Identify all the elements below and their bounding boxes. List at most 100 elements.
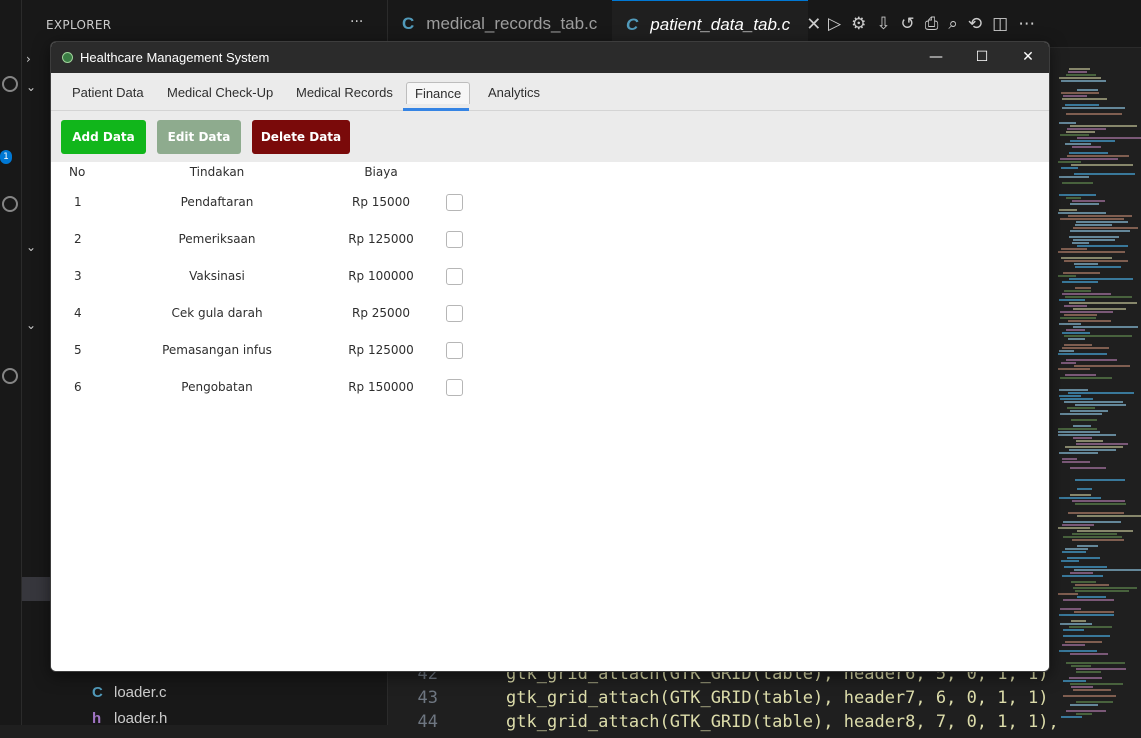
row-tindakan: Pemeriksaan xyxy=(178,232,256,246)
minimap-line xyxy=(1064,344,1092,346)
run-debug-icon[interactable] xyxy=(2,196,18,212)
minimap-line xyxy=(1070,704,1098,706)
minimap-line xyxy=(1066,710,1106,712)
delete-data-button[interactable]: Delete Data xyxy=(252,120,350,154)
row-no: 6 xyxy=(74,380,82,394)
add-data-button[interactable]: Add Data xyxy=(61,120,146,154)
close-button[interactable]: ✕ xyxy=(1005,42,1049,73)
source-control-icon[interactable] xyxy=(2,76,18,92)
minimap-line xyxy=(1066,359,1117,361)
tab-finance[interactable]: Finance xyxy=(406,82,471,104)
minimap-line xyxy=(1062,551,1086,553)
minimap-line xyxy=(1068,392,1134,394)
close-tab-icon[interactable]: ✕ xyxy=(806,14,821,35)
minimap-line xyxy=(1061,560,1079,562)
minimap-line xyxy=(1064,335,1132,337)
row-tindakan: Pengobatan xyxy=(181,380,253,394)
minimap-line xyxy=(1064,260,1128,262)
minimap-line xyxy=(1058,368,1090,370)
minimap-line xyxy=(1073,425,1091,427)
minimap-line xyxy=(1058,593,1078,595)
minimap-line xyxy=(1063,695,1116,697)
minimap-line xyxy=(1063,635,1110,637)
row-checkbox[interactable] xyxy=(446,268,463,285)
minimap-line xyxy=(1070,410,1108,412)
finance-table: No Tindakan Biaya 1 Pendaftaran Rp 15000… xyxy=(51,162,1049,671)
minimap-line xyxy=(1059,77,1101,79)
minimap-line xyxy=(1058,527,1090,529)
minimap-line xyxy=(1064,290,1091,292)
minimize-button[interactable]: — xyxy=(913,42,959,73)
minimap-line xyxy=(1066,662,1125,664)
row-checkbox[interactable] xyxy=(446,305,463,322)
minimap-line xyxy=(1062,575,1103,577)
minimap-line xyxy=(1074,263,1098,265)
minimap-line xyxy=(1072,533,1117,535)
row-checkbox[interactable] xyxy=(446,342,463,359)
row-checkbox[interactable] xyxy=(446,379,463,396)
row-checkbox[interactable] xyxy=(446,231,463,248)
tab-analytics[interactable]: Analytics xyxy=(480,82,548,104)
minimap-line xyxy=(1076,713,1092,715)
explorer-title: EXPLORER xyxy=(46,18,112,32)
code-text: gtk_grid_attach(GTK_GRID(table), header7… xyxy=(506,688,1059,708)
title-bar[interactable]: Healthcare Management System — ☐ ✕ xyxy=(51,42,1049,73)
line-number: 43 xyxy=(417,688,438,708)
minimap-line xyxy=(1060,158,1118,160)
minimap-line xyxy=(1062,458,1077,460)
accounts-icon[interactable] xyxy=(2,368,18,384)
minimap-line xyxy=(1061,92,1099,94)
c-file-icon: C xyxy=(626,14,639,34)
minimap-line xyxy=(1059,650,1097,652)
file-name: loader.h xyxy=(114,710,168,727)
minimap-line xyxy=(1074,569,1141,571)
file-item-loader-c[interactable]: Cloader.c xyxy=(92,684,167,701)
tab-patient-data[interactable]: Patient Data xyxy=(64,82,152,104)
row-checkbox[interactable] xyxy=(446,194,463,211)
minimap-line xyxy=(1063,629,1084,631)
minimap-line xyxy=(1070,125,1137,127)
row-biaya: Rp 100000 xyxy=(348,269,414,283)
minimap-line xyxy=(1071,620,1086,622)
minimap-line xyxy=(1064,305,1087,307)
minimap-line xyxy=(1065,296,1132,298)
notebook-tabs: Patient Data Medical Check-Up Medical Re… xyxy=(51,73,1049,111)
editor-toolbar-icons[interactable]: ▷⚙⇩↺⎙⌕⟲◫⋯ xyxy=(828,14,1045,34)
minimap-line xyxy=(1070,467,1106,469)
maximize-button[interactable]: ☐ xyxy=(959,42,1005,73)
minimap-line xyxy=(1072,200,1105,202)
minimap-line xyxy=(1062,347,1109,349)
tab-medical-records[interactable]: Medical Records xyxy=(288,82,401,104)
minimap-line xyxy=(1074,365,1130,367)
minimap-line xyxy=(1077,137,1141,139)
minimap[interactable] xyxy=(1048,48,1141,725)
minimap-line xyxy=(1077,596,1106,598)
minimap-line xyxy=(1060,311,1113,313)
minimap-line xyxy=(1068,71,1087,73)
minimap-line xyxy=(1073,227,1138,229)
minimap-line xyxy=(1077,530,1133,532)
tab-medical-check-up[interactable]: Medical Check-Up xyxy=(159,82,281,104)
minimap-line xyxy=(1063,272,1100,274)
minimap-line xyxy=(1067,128,1106,130)
minimap-line xyxy=(1064,566,1107,568)
selected-tree-row[interactable] xyxy=(22,577,50,601)
minimap-line xyxy=(1076,443,1128,445)
more-actions-icon[interactable]: ··· xyxy=(350,14,363,30)
minimap-line xyxy=(1058,353,1107,355)
row-tindakan: Cek gula darah xyxy=(171,306,263,320)
c-file-icon: C xyxy=(92,684,103,701)
minimap-line xyxy=(1077,488,1092,490)
row-tindakan: Pemasangan infus xyxy=(162,343,272,357)
file-item-loader-h[interactable]: h loader.h xyxy=(92,710,167,727)
chevron-down-icon[interactable]: ⌄ xyxy=(26,80,36,94)
minimap-line xyxy=(1062,98,1107,100)
edit-data-button[interactable]: Edit Data xyxy=(157,120,241,154)
chevron-down-icon[interactable]: ⌄ xyxy=(26,240,36,254)
minimap-line xyxy=(1059,176,1089,178)
minimap-line xyxy=(1062,281,1098,283)
chevron-down-icon[interactable]: ⌄ xyxy=(26,318,36,332)
line-number: 44 xyxy=(417,712,438,732)
chevron-right-icon[interactable]: › xyxy=(26,52,31,66)
row-biaya: Rp 125000 xyxy=(348,343,414,357)
